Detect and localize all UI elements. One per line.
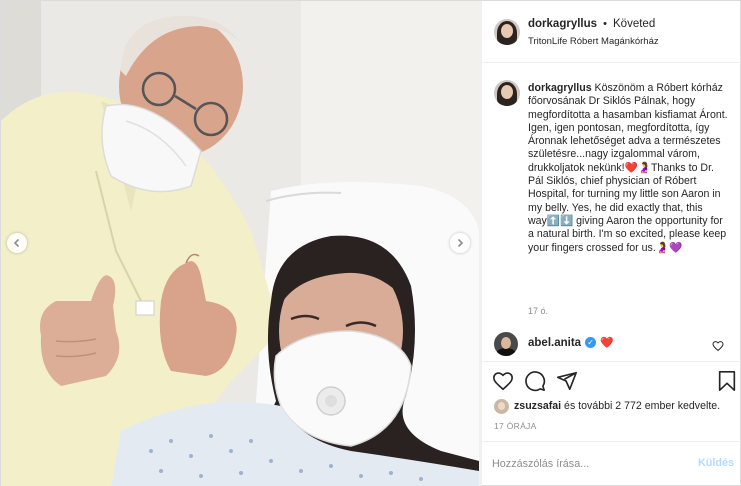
author-line: dorkagryllus • Követed: [528, 18, 655, 30]
author-avatar[interactable]: [494, 19, 520, 45]
caption-timestamp[interactable]: 17 ó.: [528, 306, 548, 316]
next-photo-button[interactable]: [450, 233, 470, 253]
separator-dot: •: [603, 18, 607, 30]
comment-item: abel.anita ✓ ❤️: [528, 336, 614, 350]
liker-avatar: [494, 398, 509, 414]
share-icon: [557, 371, 577, 391]
post-photo[interactable]: [1, 1, 481, 486]
chevron-left-icon: [13, 238, 20, 248]
comment-button[interactable]: [524, 370, 546, 392]
action-bar: [482, 361, 741, 401]
comment-like-icon[interactable]: [712, 340, 724, 352]
share-button[interactable]: [556, 370, 578, 392]
author-username[interactable]: dorkagryllus: [528, 18, 597, 30]
post-header: dorkagryllus • Követed TritonLife Róbert…: [482, 1, 741, 63]
comment-text: ❤️: [600, 337, 614, 349]
caption-author-avatar[interactable]: [494, 80, 520, 106]
post-side-panel: dorkagryllus • Követed TritonLife Róbert…: [481, 1, 741, 486]
comment-username[interactable]: abel.anita: [528, 337, 581, 349]
post-caption: dorkagryllus Köszönöm a Róbert kórház fő…: [528, 82, 728, 255]
likes-count-text[interactable]: és további 2 772 ember kedvelte.: [561, 400, 720, 412]
send-comment-button[interactable]: Küldés: [698, 457, 734, 469]
save-button[interactable]: [716, 370, 738, 392]
following-button[interactable]: Követed: [613, 18, 655, 30]
chevron-right-icon: [457, 238, 464, 248]
comment-icon: [525, 371, 546, 392]
bookmark-icon: [718, 371, 736, 391]
caption-username[interactable]: dorkagryllus: [528, 82, 592, 94]
post-timestamp[interactable]: 17 ÓRÁJA: [494, 421, 537, 431]
likes-summary[interactable]: zsuzsafai és további 2 772 ember kedvelt…: [494, 398, 720, 414]
heart-icon: [493, 372, 513, 391]
photo-illustration: [1, 1, 481, 486]
commenter-avatar[interactable]: [494, 332, 518, 356]
like-button[interactable]: [492, 370, 514, 392]
location-link[interactable]: TritonLife Róbert Magánkórház: [528, 36, 659, 47]
instagram-post: dorkagryllus • Követed TritonLife Róbert…: [0, 0, 741, 486]
previous-photo-button[interactable]: [7, 233, 27, 253]
comment-input[interactable]: [492, 455, 682, 473]
add-comment-box: Küldés: [482, 441, 741, 486]
liker-username[interactable]: zsuzsafai: [514, 400, 561, 412]
caption-text: Köszönöm a Róbert kórház főorvosának Dr …: [528, 82, 728, 254]
verified-icon: ✓: [585, 337, 597, 348]
